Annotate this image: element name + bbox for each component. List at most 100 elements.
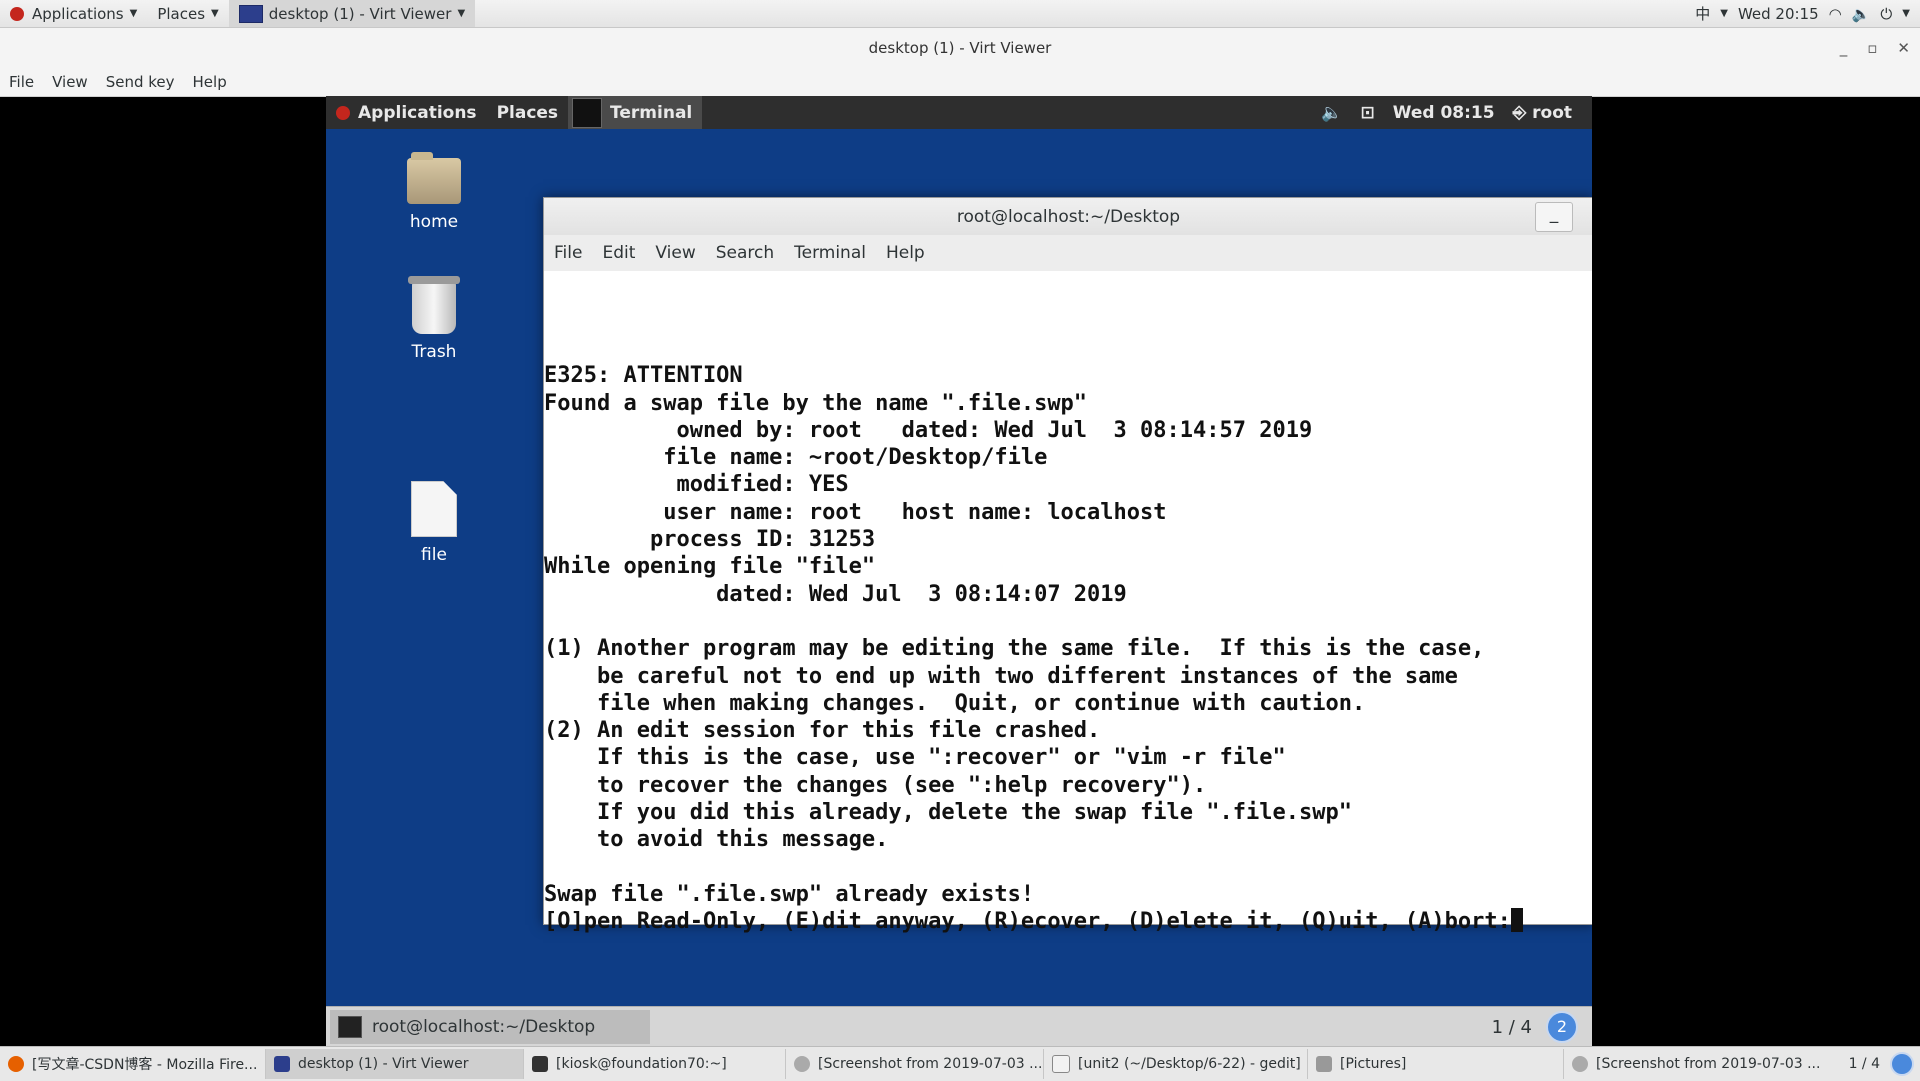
terminal-line: user name: root host name: localhost — [544, 499, 1167, 525]
taskbar-item-virt-viewer[interactable]: desktop (1) - Virt Viewer — [266, 1049, 524, 1079]
desktop-icon-home[interactable]: home — [384, 152, 484, 232]
taskbar-label: [Screenshot from 2019-07-03 ... — [818, 1056, 1043, 1072]
close-button[interactable]: ✕ — [1897, 39, 1910, 57]
terminal-menu-search[interactable]: Search — [706, 243, 784, 263]
maximize-button[interactable]: ▫ — [1867, 39, 1877, 57]
input-method-indicator[interactable]: 中 — [1695, 3, 1710, 24]
terminal-line: Swap file ".file.swp" already exists! — [544, 881, 1035, 907]
guest-terminal-app-button[interactable]: Terminal — [568, 96, 703, 129]
terminal-menu-view[interactable]: View — [645, 243, 705, 263]
taskbar-item-screenshot-2[interactable]: [Screenshot from 2019-07-03 ... — [1564, 1049, 1824, 1079]
guest-bottom-panel: root@localhost:~/Desktop 1 / 4 2 — [326, 1006, 1592, 1046]
network-icon[interactable]: ⊡ — [1360, 103, 1374, 123]
power-icon[interactable]: ⏻ — [1880, 5, 1892, 23]
chevron-down-icon: ▼ — [211, 8, 219, 19]
terminal-menu-edit[interactable]: Edit — [592, 243, 645, 263]
chevron-down-icon: ▼ — [457, 8, 466, 19]
terminal-line: If you did this already, delete the swap… — [544, 800, 1352, 826]
terminal-icon — [532, 1056, 548, 1072]
host-applications-menu[interactable]: Applications ▼ — [0, 0, 147, 27]
user-menu[interactable]: ⎆ root — [1513, 103, 1572, 123]
guest-user-label: root — [1532, 102, 1572, 123]
notification-icon[interactable] — [1890, 1052, 1914, 1076]
viewer-titlebar: desktop (1) - Virt Viewer _ ▫ ✕ — [0, 28, 1920, 68]
terminal-window[interactable]: root@localhost:~/Desktop _ File Edit Vie… — [543, 197, 1592, 934]
taskbar-item-firefox[interactable]: [写文章-CSDN博客 - Mozilla Fire... — [0, 1049, 266, 1079]
guest-workspace-indicator[interactable]: 1 / 4 — [1492, 1017, 1532, 1038]
taskbar-label: [unit2 (~/Desktop/6-22) - gedit] — [1078, 1056, 1301, 1072]
taskbar-item-terminal[interactable]: [kiosk@foundation70:~] — [524, 1049, 786, 1079]
desktop-icon-trash[interactable]: Trash — [384, 276, 484, 362]
guest-applications-menu[interactable]: Applications — [326, 96, 487, 129]
guest-terminal-label: Terminal — [610, 102, 693, 123]
wifi-icon[interactable]: ◠ — [1829, 5, 1842, 23]
taskbar-item-gedit[interactable]: [unit2 (~/Desktop/6-22) - gedit] — [1044, 1049, 1308, 1079]
host-applications-label: Applications — [32, 4, 124, 23]
terminal-titlebar[interactable]: root@localhost:~/Desktop _ — [544, 198, 1592, 235]
firefox-icon — [8, 1056, 24, 1072]
terminal-cursor — [1510, 908, 1523, 933]
terminal-line: process ID: 31253 — [544, 527, 876, 553]
host-top-panel: Applications ▼ Places ▼ desktop (1) - Vi… — [0, 0, 1920, 28]
host-workspace-indicator[interactable]: 1 / 4 — [1849, 1056, 1880, 1072]
terminal-line: dated: Wed Jul 3 08:14:07 2019 — [544, 581, 1127, 607]
terminal-line: owned by: root dated: Wed Jul 3 08:14:57… — [544, 417, 1313, 443]
minimize-button[interactable]: _ — [1535, 202, 1573, 232]
host-clock[interactable]: Wed 20:15 — [1738, 5, 1819, 23]
image-viewer-icon — [1572, 1056, 1588, 1072]
terminal-line: to avoid this message. — [544, 827, 889, 853]
virt-viewer-icon — [238, 4, 263, 23]
guest-applications-label: Applications — [358, 102, 477, 123]
terminal-title: root@localhost:~/Desktop — [956, 206, 1181, 227]
text-editor-icon — [1052, 1055, 1070, 1073]
guest-places-label: Places — [496, 102, 559, 123]
chevron-down-icon: ▼ — [1902, 8, 1910, 19]
terminal-output[interactable]: E325: ATTENTION Found a swap file by the … — [544, 271, 1592, 934]
terminal-menu-help[interactable]: Help — [876, 243, 935, 263]
terminal-prompt: [O]pen Read-Only, (E)dit anyway, (R)ecov… — [544, 909, 1511, 935]
trash-icon — [408, 276, 460, 334]
viewer-menu-view[interactable]: View — [43, 73, 97, 91]
desktop-icon-label: home — [409, 212, 459, 232]
terminal-icon — [572, 97, 603, 128]
redhat-logo-icon — [336, 105, 350, 120]
guest-desktop[interactable]: Applications Places Terminal 🔈 ⊡ Wed 08:… — [326, 96, 1592, 1046]
volume-icon[interactable]: 🔈 — [1852, 5, 1871, 23]
terminal-line: (1) Another program may be editing the s… — [544, 636, 1485, 662]
taskbar-label: [Pictures] — [1340, 1056, 1407, 1072]
terminal-line: Found a swap file by the name ".file.swp… — [544, 390, 1088, 416]
host-active-window-label: desktop (1) - Virt Viewer — [268, 4, 452, 23]
guest-clock[interactable]: Wed 08:15 — [1393, 103, 1495, 123]
notification-badge[interactable]: 2 — [1546, 1011, 1578, 1043]
terminal-line: E325: ATTENTION — [544, 363, 743, 389]
terminal-line: modified: YES — [544, 472, 849, 498]
taskbar-label: [kiosk@foundation70:~] — [556, 1056, 727, 1072]
terminal-line: file when making changes. Quit, or conti… — [544, 690, 1366, 716]
viewer-menu-help[interactable]: Help — [184, 73, 236, 91]
guest-task-label: root@localhost:~/Desktop — [372, 1017, 596, 1037]
guest-places-menu[interactable]: Places — [487, 96, 568, 129]
terminal-menubar: File Edit View Search Terminal Help — [544, 235, 1592, 271]
minimize-button[interactable]: _ — [1840, 39, 1848, 57]
terminal-menu-file[interactable]: File — [544, 243, 592, 263]
taskbar-label: [Screenshot from 2019-07-03 ... — [1596, 1056, 1821, 1072]
terminal-line: file name: ~root/Desktop/file — [544, 445, 1048, 471]
taskbar-item-pictures[interactable]: [Pictures] — [1308, 1049, 1564, 1079]
terminal-prompt-line[interactable]: [O]pen Read-Only, (E)dit anyway, (R)ecov… — [544, 908, 1523, 935]
volume-icon[interactable]: 🔈 — [1321, 103, 1342, 123]
host-places-menu[interactable]: Places ▼ — [147, 0, 228, 27]
chevron-down-icon: ▼ — [1720, 8, 1728, 19]
desktop-icon-file[interactable]: file — [384, 481, 484, 565]
guest-taskbar-terminal[interactable]: root@localhost:~/Desktop — [330, 1010, 650, 1044]
viewer-menu-send-key[interactable]: Send key — [97, 73, 184, 91]
viewer-menu-file[interactable]: File — [0, 73, 43, 91]
desktop-icon-label: Trash — [411, 342, 457, 362]
chevron-down-icon: ▼ — [129, 8, 138, 19]
taskbar-item-screenshot-1[interactable]: [Screenshot from 2019-07-03 ... — [786, 1049, 1044, 1079]
viewer-title: desktop (1) - Virt Viewer — [868, 39, 1052, 57]
terminal-line: be careful not to end up with two differ… — [544, 663, 1458, 689]
host-active-window-menu[interactable]: desktop (1) - Virt Viewer ▼ — [228, 0, 476, 27]
terminal-menu-terminal[interactable]: Terminal — [784, 243, 876, 263]
